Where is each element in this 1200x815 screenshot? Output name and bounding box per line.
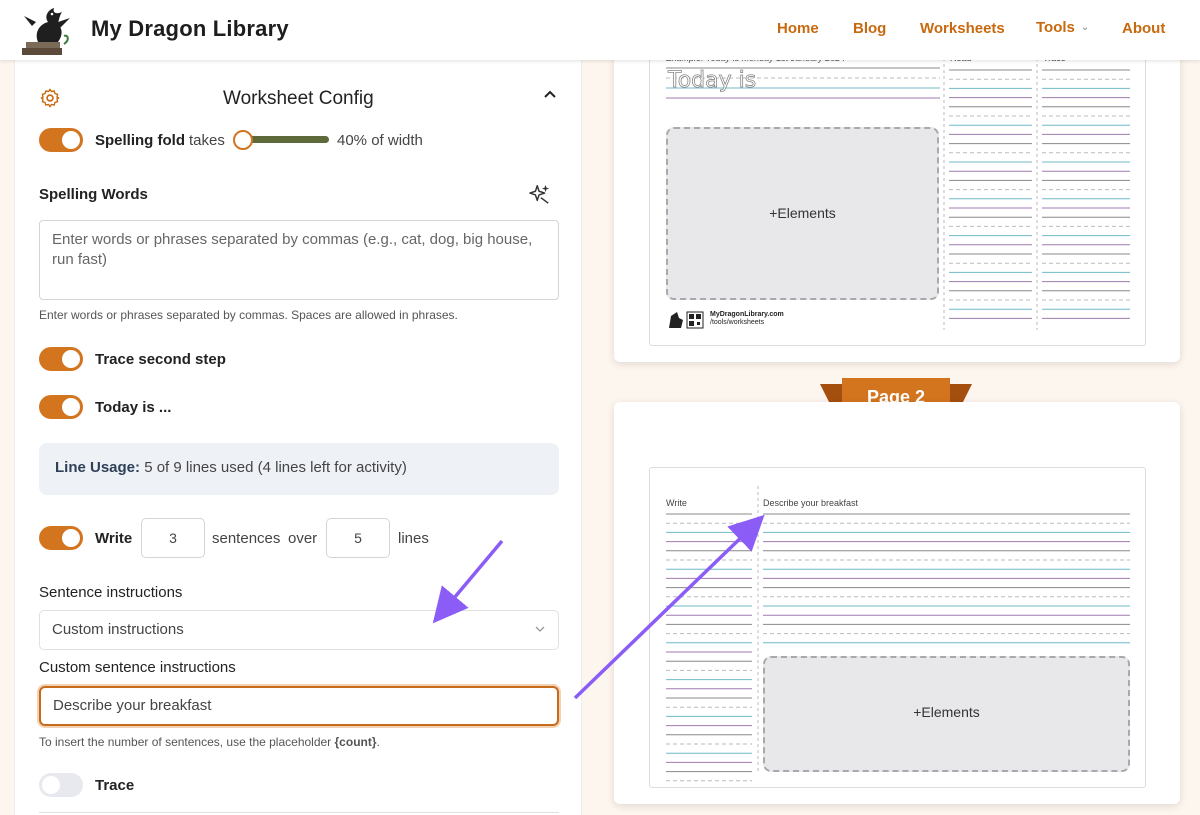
custom-instructions-input[interactable]: Describe your breakfast [39, 686, 559, 726]
elements-label: Elements [921, 704, 980, 720]
nav-about[interactable]: About [1122, 20, 1165, 37]
today-is-label: Today is ... [95, 399, 172, 416]
spelling-words-label: Spelling Words [39, 186, 148, 203]
today-is-toggle[interactable] [39, 395, 83, 419]
sentence-instructions-label: Sentence instructions [39, 584, 183, 601]
footer-logos-icon [669, 311, 704, 329]
toggle-knob [62, 398, 80, 416]
worksheet-config-panel: Worksheet Config Spelling fold takes 40%… [14, 60, 582, 815]
hint-end: . [376, 735, 380, 749]
spelling-words-hint: Enter words or phrases separated by comm… [39, 308, 458, 322]
trace-second-step-label: Trace second step [95, 351, 226, 368]
page2-elements-box[interactable]: +Elements [763, 656, 1130, 772]
sentences-count-input[interactable]: 3 [141, 518, 205, 558]
footer-path: /tools/worksheets [710, 319, 765, 326]
write-toggle[interactable] [39, 526, 83, 550]
footer-site: MyDragonLibrary.com [710, 311, 784, 318]
trace-toggle[interactable] [39, 773, 83, 797]
nav-worksheets[interactable]: Worksheets [920, 20, 1005, 37]
fold-width-slider-thumb[interactable] [233, 130, 253, 150]
divider [39, 812, 559, 813]
nav-tools-label: Tools [1036, 19, 1075, 36]
hint-text: To insert the number of sentences, use t… [39, 735, 335, 749]
line-usage-box: Line Usage: 5 of 9 lines used (4 lines l… [39, 443, 559, 495]
brand-title[interactable]: My Dragon Library [91, 16, 289, 42]
write-label: Write [95, 530, 133, 547]
count-token: {count} [334, 735, 377, 749]
over-label: over [288, 530, 318, 547]
select-value: Custom instructions [52, 621, 184, 638]
sentences-label: sentences [212, 530, 281, 547]
magic-sparkle-icon[interactable] [529, 183, 551, 205]
elements-add-label: +Elements [913, 704, 980, 720]
config-title: Worksheet Config [223, 88, 374, 109]
col-describe-label: Describe your breakfast [763, 498, 859, 508]
page2-sheet: Write Describe your breakfast +Elements [649, 467, 1146, 788]
spelling-fold-toggle[interactable] [39, 128, 83, 152]
fold-width-slider-track[interactable] [243, 136, 329, 143]
toggle-knob [62, 131, 80, 149]
page1-sheet: Example: Today is Monday 1st January 202… [649, 40, 1146, 346]
nav-blog[interactable]: Blog [853, 20, 886, 37]
nav-home[interactable]: Home [777, 20, 819, 37]
line-usage-label: Line Usage: [55, 459, 141, 476]
takes-label: takes [189, 132, 225, 149]
chevron-down-icon [535, 626, 545, 632]
spelling-fold-label: Spelling fold [95, 132, 185, 149]
col-write-label: Write [666, 498, 687, 508]
gear-icon [40, 88, 60, 108]
custom-instructions-label: Custom sentence instructions [39, 659, 236, 676]
trace-second-step-toggle[interactable] [39, 347, 83, 371]
fold-width-text: 40% of width [337, 132, 423, 149]
today-is-trace-text: Today is [668, 68, 757, 94]
sentence-instructions-select[interactable]: Custom instructions [39, 610, 559, 650]
placeholder-hint: To insert the number of sentences, use t… [39, 735, 380, 749]
line-usage-text: 5 of 9 lines used (4 lines left for acti… [144, 459, 407, 476]
chevron-up-icon[interactable] [541, 86, 559, 104]
elements-add-label: +Elements [769, 205, 836, 221]
lines-count-input[interactable]: 5 [326, 518, 390, 558]
spelling-words-textarea[interactable]: Enter words or phrases separated by comm… [39, 220, 559, 300]
top-header: My Dragon Library Home Blog Worksheets T… [0, 0, 1200, 60]
page1-elements-box[interactable]: +Elements [666, 127, 939, 300]
toggle-knob [62, 350, 80, 368]
dragon-logo-icon[interactable] [18, 4, 74, 60]
elements-label: Elements [777, 205, 836, 221]
chevron-down-icon: ⌄ [1080, 22, 1090, 33]
trace-label: Trace [95, 777, 135, 794]
lines-label: lines [398, 530, 429, 547]
toggle-knob [62, 529, 80, 547]
toggle-knob [42, 776, 60, 794]
nav-tools[interactable]: Tools ⌄ [1036, 19, 1089, 36]
